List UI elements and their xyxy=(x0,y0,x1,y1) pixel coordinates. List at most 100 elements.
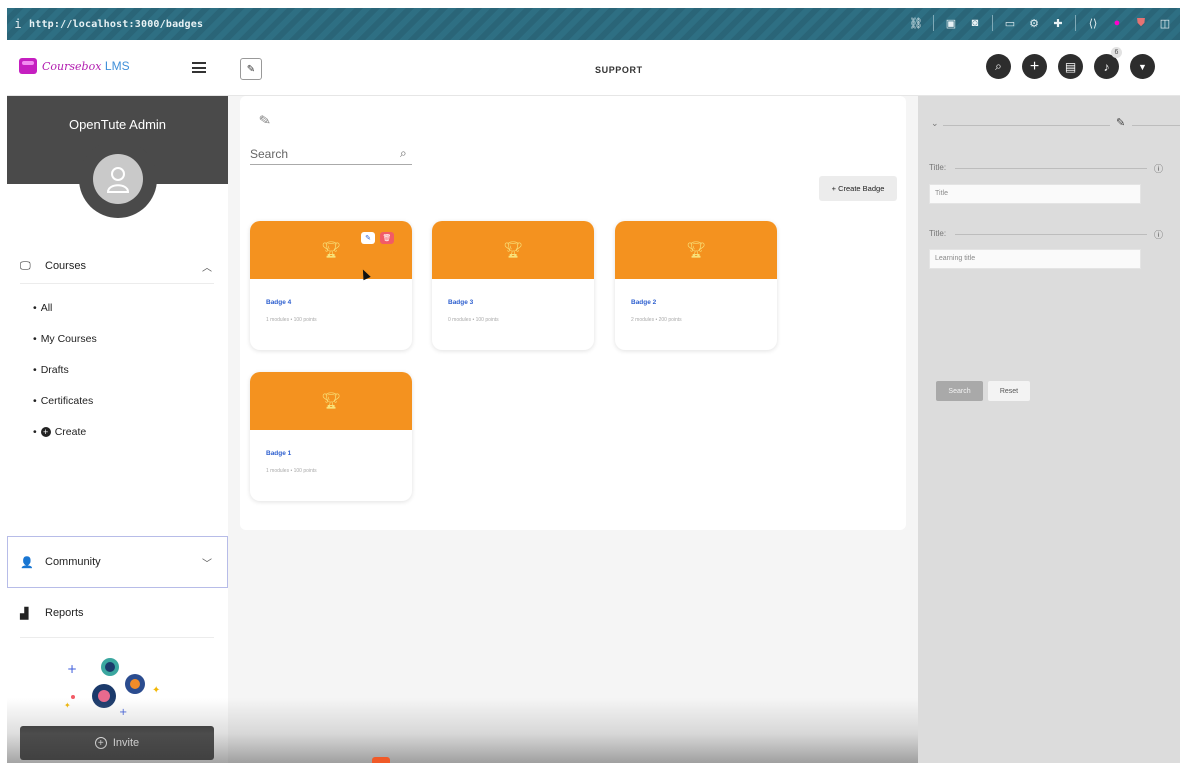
logo-cube-icon xyxy=(19,58,37,74)
badge-title[interactable]: Badge 3 xyxy=(448,299,473,306)
divider xyxy=(955,234,1147,235)
logo-text: Coursebox LMS xyxy=(42,59,130,73)
settings-icon[interactable]: ⚙ xyxy=(1027,16,1041,30)
toolbar-divider xyxy=(933,15,934,31)
sidebar-item-label: Courses xyxy=(45,260,86,272)
chevron-up-icon[interactable]: ︿ xyxy=(202,259,212,274)
course-item-drafts[interactable]: • Drafts xyxy=(33,364,69,376)
code-icon[interactable]: ⟨⟩ xyxy=(1086,16,1100,30)
svg-text:✦: ✦ xyxy=(64,701,71,710)
chat-icon: ▤ xyxy=(1064,59,1077,74)
pencil-icon: ✎ xyxy=(246,63,256,75)
logo[interactable]: Coursebox LMS xyxy=(19,58,130,74)
reset-button[interactable]: Reset xyxy=(988,381,1030,401)
badge-card[interactable]: 🏆︎ ✎ 🗑︎ Badge 4 1 modules • 100 points xyxy=(250,221,412,350)
course-item-my-courses[interactable]: • My Courses xyxy=(33,333,97,345)
support-link[interactable]: SUPPORT xyxy=(595,65,643,75)
edit-page-button[interactable]: ✎ xyxy=(240,58,262,80)
svg-text:+: + xyxy=(67,662,77,676)
badge-title[interactable]: Badge 2 xyxy=(631,299,656,306)
badge-meta: 2 modules • 200 points xyxy=(631,317,682,323)
app-header: Coursebox LMS ✎ SUPPORT ⌕ + ▤ ♪ 6 ▼ xyxy=(7,40,1180,96)
delete-badge-button[interactable]: 🗑︎ xyxy=(380,232,394,244)
badge-title[interactable]: Badge 1 xyxy=(266,450,291,457)
screenshot-icon[interactable]: ▣ xyxy=(944,16,958,30)
chevron-down-icon[interactable]: ﹀ xyxy=(202,555,212,570)
badge-banner: 🏆︎ xyxy=(250,372,412,430)
badge-card[interactable]: 🏆︎ Badge 3 0 modules • 100 points xyxy=(432,221,594,350)
badge-card[interactable]: 🏆︎ Badge 2 2 modules • 200 points xyxy=(615,221,777,350)
badge-banner: 🏆︎ ✎ 🗑︎ xyxy=(250,221,412,279)
recording-indicator xyxy=(372,757,390,763)
edit-badge-button[interactable]: ✎ xyxy=(361,232,375,244)
profile-menu-button[interactable]: ▼ xyxy=(1130,54,1155,79)
browser-extension-icons: ⛓ ▣ ◙ ▭ ⚙ ✚ ⟨⟩ ● ⛊ ◫ xyxy=(909,15,1172,31)
avatar[interactable] xyxy=(93,154,143,204)
trophy-icon: 🏆︎ xyxy=(502,242,524,259)
filter-panel: ⌄ ✎ Title: ⓘ Title Title: ⓘ Learning tit… xyxy=(918,96,1180,763)
collapse-chevron-icon[interactable]: ⌄ xyxy=(931,118,939,129)
community-illustration: + + ✦ ✦ xyxy=(64,658,160,715)
shield-icon[interactable]: ⛊ xyxy=(1134,16,1148,30)
help-icon[interactable]: ⓘ xyxy=(1154,162,1163,175)
search-button[interactable]: ⌕ xyxy=(986,54,1011,79)
create-badge-button[interactable]: + Create Badge xyxy=(819,176,897,201)
badge-banner: 🏆︎ xyxy=(432,221,594,279)
badge-card[interactable]: 🏆︎ Badge 1 1 modules • 100 points xyxy=(250,372,412,501)
chart-icon: ▟ xyxy=(20,607,29,620)
search-input[interactable]: Search xyxy=(250,147,288,161)
browser-address-bar[interactable]: i http://localhost:3000/badges ⛓ ▣ ◙ ▭ ⚙… xyxy=(7,8,1180,40)
community-row[interactable]: 👤 Community ﹀ xyxy=(20,547,214,577)
window-icon[interactable]: ▭ xyxy=(1003,16,1017,30)
course-item-certificates[interactable]: • Certificates xyxy=(33,395,93,407)
menu-icon[interactable] xyxy=(192,62,206,73)
toolbar-divider xyxy=(992,15,993,31)
sidebar-item-reports[interactable]: ▟ Reports xyxy=(20,598,214,628)
camera-icon[interactable]: ◙ xyxy=(968,16,982,30)
info-icon[interactable]: i xyxy=(7,17,29,31)
learning-title-filter-label: Title: xyxy=(929,229,947,238)
add-button[interactable]: + xyxy=(1022,54,1047,79)
badge-banner: 🏆︎ xyxy=(615,221,777,279)
plus-circle-icon: + xyxy=(94,737,107,749)
courses-icon: 🖵 xyxy=(20,259,31,272)
course-item-create[interactable]: • + Create xyxy=(33,426,86,438)
badge-meta: 1 modules • 100 points xyxy=(266,468,317,474)
search-icon: ⌕ xyxy=(995,59,1002,73)
invite-label: Invite xyxy=(112,737,140,749)
toolbar-divider xyxy=(1075,15,1076,31)
search-icon[interactable]: ⌕ xyxy=(400,146,407,161)
notifications-button[interactable]: ♪ 6 xyxy=(1094,47,1122,79)
sidebar-toggle-icon[interactable]: ◫ xyxy=(1158,16,1172,30)
pencil-icon[interactable]: ✎ xyxy=(1116,116,1125,129)
link-icon[interactable]: ⛓ xyxy=(909,16,923,30)
help-icon[interactable]: ⓘ xyxy=(1154,228,1163,241)
trophy-icon: 🏆︎ xyxy=(320,242,342,259)
profile-extension-icon[interactable]: ● xyxy=(1110,16,1124,30)
user-icon xyxy=(106,167,130,193)
plus-icon: + xyxy=(1029,57,1040,75)
search-underline xyxy=(250,164,412,165)
puzzle-icon[interactable]: ✚ xyxy=(1051,16,1065,30)
sidebar-item-label: Community xyxy=(45,556,101,568)
badge-meta: 0 modules • 100 points xyxy=(448,317,499,323)
invite-button[interactable]: + Invite xyxy=(20,726,214,760)
add-user-icon: 👤 xyxy=(20,556,34,569)
header-actions: ⌕ + ▤ ♪ 6 ▼ xyxy=(986,47,1155,79)
bell-icon: ♪ xyxy=(1103,59,1110,74)
learning-title-filter-input[interactable]: Learning title xyxy=(929,249,1141,269)
svg-text:+: + xyxy=(119,707,127,715)
plus-circle-icon: + xyxy=(40,427,51,437)
sidebar-item-courses[interactable]: 🖵 Courses ︿ xyxy=(20,251,214,281)
search-button[interactable]: Search xyxy=(936,381,983,401)
app-window: i http://localhost:3000/badges ⛓ ▣ ◙ ▭ ⚙… xyxy=(7,8,1180,763)
title-filter-label: Title: xyxy=(929,163,947,172)
badge-title[interactable]: Badge 4 xyxy=(266,299,291,306)
svg-text:✦: ✦ xyxy=(152,685,160,696)
course-item-all[interactable]: • All xyxy=(33,302,52,314)
url-text[interactable]: http://localhost:3000/badges xyxy=(29,19,203,30)
chevron-down-icon: ▼ xyxy=(1138,61,1147,72)
trophy-icon: 🏆︎ xyxy=(320,393,342,410)
title-filter-input[interactable]: Title xyxy=(929,184,1141,204)
messages-button[interactable]: ▤ xyxy=(1058,54,1083,79)
